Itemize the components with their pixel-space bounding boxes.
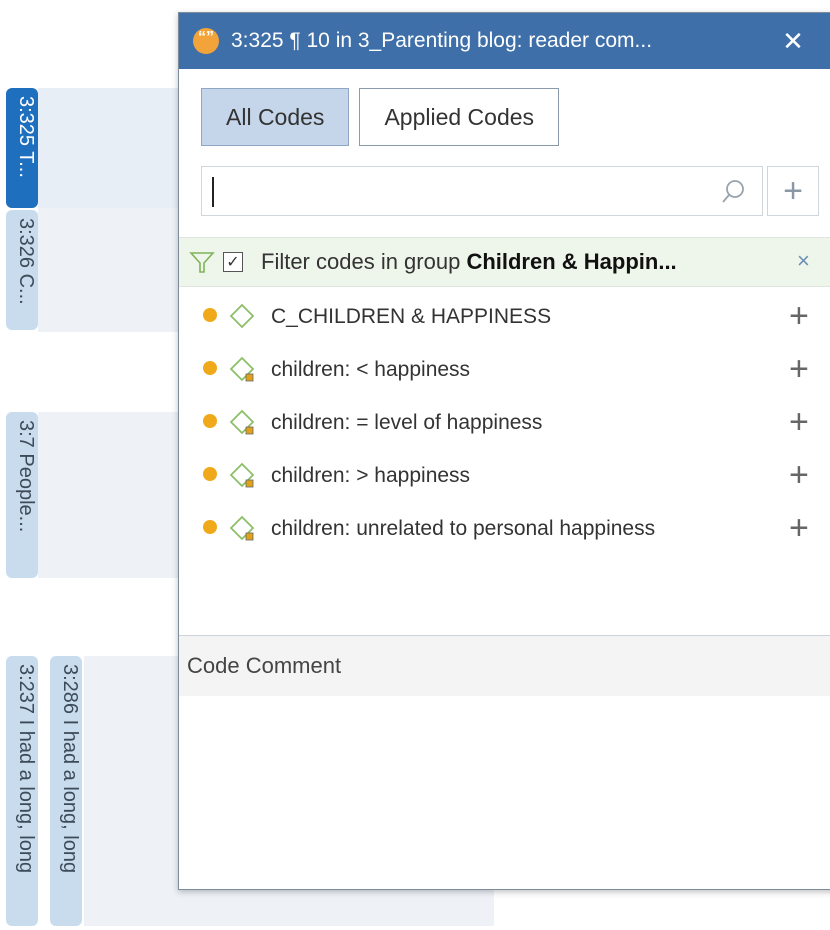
code-item[interactable]: children: = level of happiness +	[179, 397, 830, 450]
search-box	[201, 166, 763, 216]
code-item[interactable]: C_CHILDREN & HAPPINESS +	[179, 291, 830, 344]
code-color-dot	[203, 520, 217, 534]
margin-tab-3-326[interactable]: 3:326 C...	[6, 210, 38, 330]
apply-code-button[interactable]: +	[789, 350, 809, 389]
code-diamond-icon	[229, 409, 255, 435]
add-code-button[interactable]: +	[767, 166, 819, 216]
code-tabs: All Codes Applied Codes	[201, 88, 560, 146]
code-popup: 3:325 ¶ 10 in 3_Parenting blog: reader c…	[178, 12, 830, 890]
segment-band	[38, 412, 182, 578]
app-logo-icon	[193, 28, 219, 54]
code-label: C_CHILDREN & HAPPINESS	[271, 305, 552, 328]
clear-filter-button[interactable]: ×	[797, 248, 810, 274]
filter-text: Filter codes in group	[261, 249, 467, 274]
code-label: children: = level of happiness	[271, 411, 543, 434]
margin-tab-3-237[interactable]: 3:237 I had a long, long	[6, 656, 38, 926]
filter-group-name: Children & Happin...	[466, 249, 677, 274]
code-color-dot	[203, 361, 217, 375]
code-color-dot	[203, 414, 217, 428]
code-item[interactable]: children: > happiness +	[179, 450, 830, 503]
code-diamond-icon	[229, 356, 255, 382]
apply-code-button[interactable]: +	[789, 456, 809, 495]
code-label: children: unrelated to personal happines…	[271, 517, 656, 540]
close-button[interactable]: ✕	[775, 26, 811, 57]
code-color-dot	[203, 308, 217, 322]
code-diamond-icon	[229, 462, 255, 488]
margin-tab-3-325[interactable]: 3:325 T...	[6, 88, 38, 208]
margin-tab-3-286[interactable]: 3:286 I had a long, long	[50, 656, 82, 926]
popup-title: 3:325 ¶ 10 in 3_Parenting blog: reader c…	[231, 29, 653, 52]
code-color-dot	[203, 467, 217, 481]
filter-label: Filter codes in group Children & Happin.…	[261, 249, 677, 275]
code-list: C_CHILDREN & HAPPINESS + children: < hap…	[179, 291, 830, 556]
code-comment-header: Code Comment	[179, 636, 830, 696]
search-input[interactable]	[218, 173, 712, 211]
code-diamond-icon	[229, 515, 255, 541]
code-item[interactable]: children: unrelated to personal happines…	[179, 503, 830, 556]
margin-tab-3-7[interactable]: 3:7 People...	[6, 412, 38, 578]
group-filter-bar: ✓ Filter codes in group Children & Happi…	[179, 237, 830, 287]
code-label: children: > happiness	[271, 464, 471, 487]
apply-code-button[interactable]: +	[789, 509, 809, 548]
tab-all-codes[interactable]: All Codes	[201, 88, 350, 146]
segment-highlight-band	[38, 88, 182, 208]
filter-checkbox[interactable]: ✓	[223, 252, 243, 272]
code-group-diamond-icon	[229, 303, 255, 329]
code-item[interactable]: children: < happiness +	[179, 344, 830, 397]
popup-titlebar[interactable]: 3:325 ¶ 10 in 3_Parenting blog: reader c…	[179, 13, 830, 69]
filter-funnel-icon	[189, 252, 215, 273]
text-cursor	[212, 177, 214, 207]
tab-applied-codes[interactable]: Applied Codes	[359, 88, 560, 146]
apply-code-button[interactable]: +	[789, 403, 809, 442]
segment-band	[38, 208, 182, 332]
apply-code-button[interactable]: +	[789, 297, 809, 336]
search-icon[interactable]	[720, 177, 748, 205]
code-label: children: < happiness	[271, 358, 471, 381]
